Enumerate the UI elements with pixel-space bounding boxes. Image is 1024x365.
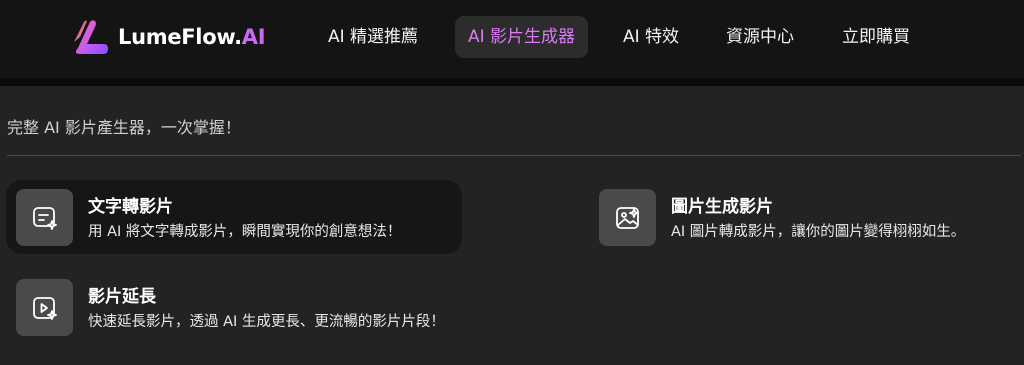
nav-item-resource-center[interactable]: 資源中心: [711, 16, 809, 58]
brand-name-main: LumeFlow.: [118, 25, 242, 49]
brand-name: LumeFlow.AI: [118, 25, 266, 49]
video-extend-icon: [16, 279, 73, 336]
section-divider: [7, 155, 1021, 156]
top-navigation-bar: LumeFlow.AI AI 精選推薦 AI 影片生成器 AI 特效 資源中心 …: [0, 0, 1024, 78]
feature-card-text-to-video[interactable]: 文字轉影片 用 AI 將文字轉成影片，瞬間實現你的創意想法！: [6, 180, 462, 254]
feature-card-video-extend[interactable]: 影片延長 快速延長影片，透過 AI 生成更長、更流暢的影片片段！: [6, 270, 506, 344]
brand-name-accent: AI: [241, 25, 266, 49]
feature-card-title: 圖片生成影片: [671, 197, 773, 217]
brand-logo[interactable]: LumeFlow.AI: [70, 18, 266, 56]
nav-item-ai-picks[interactable]: AI 精選推薦: [312, 16, 434, 58]
nav-divider: [0, 78, 1024, 86]
image-to-video-icon: [599, 189, 656, 246]
feature-card-description: 用 AI 將文字轉成影片，瞬間實現你的創意想法！: [88, 224, 402, 240]
section-subtitle: 完整 AI 影片產生器，一次掌握！: [7, 118, 241, 137]
feature-card-image-to-video[interactable]: 圖片生成影片 AI 圖片轉成影片，讓你的圖片變得栩栩如生。: [589, 180, 1019, 254]
feature-card-description: 快速延長影片，透過 AI 生成更長、更流暢的影片片段！: [88, 314, 445, 330]
nav-item-buy-now[interactable]: 立即購買: [827, 16, 925, 58]
nav-item-ai-effects[interactable]: AI 特效: [609, 16, 693, 58]
feature-card-description: AI 圖片轉成影片，讓你的圖片變得栩栩如生。: [671, 224, 966, 240]
text-to-video-icon: [16, 189, 73, 246]
feature-card-title: 文字轉影片: [88, 197, 173, 217]
nav-item-ai-video-generator[interactable]: AI 影片生成器: [455, 16, 588, 58]
lumeflow-logo-icon: [74, 20, 108, 54]
feature-card-title: 影片延長: [88, 287, 156, 307]
